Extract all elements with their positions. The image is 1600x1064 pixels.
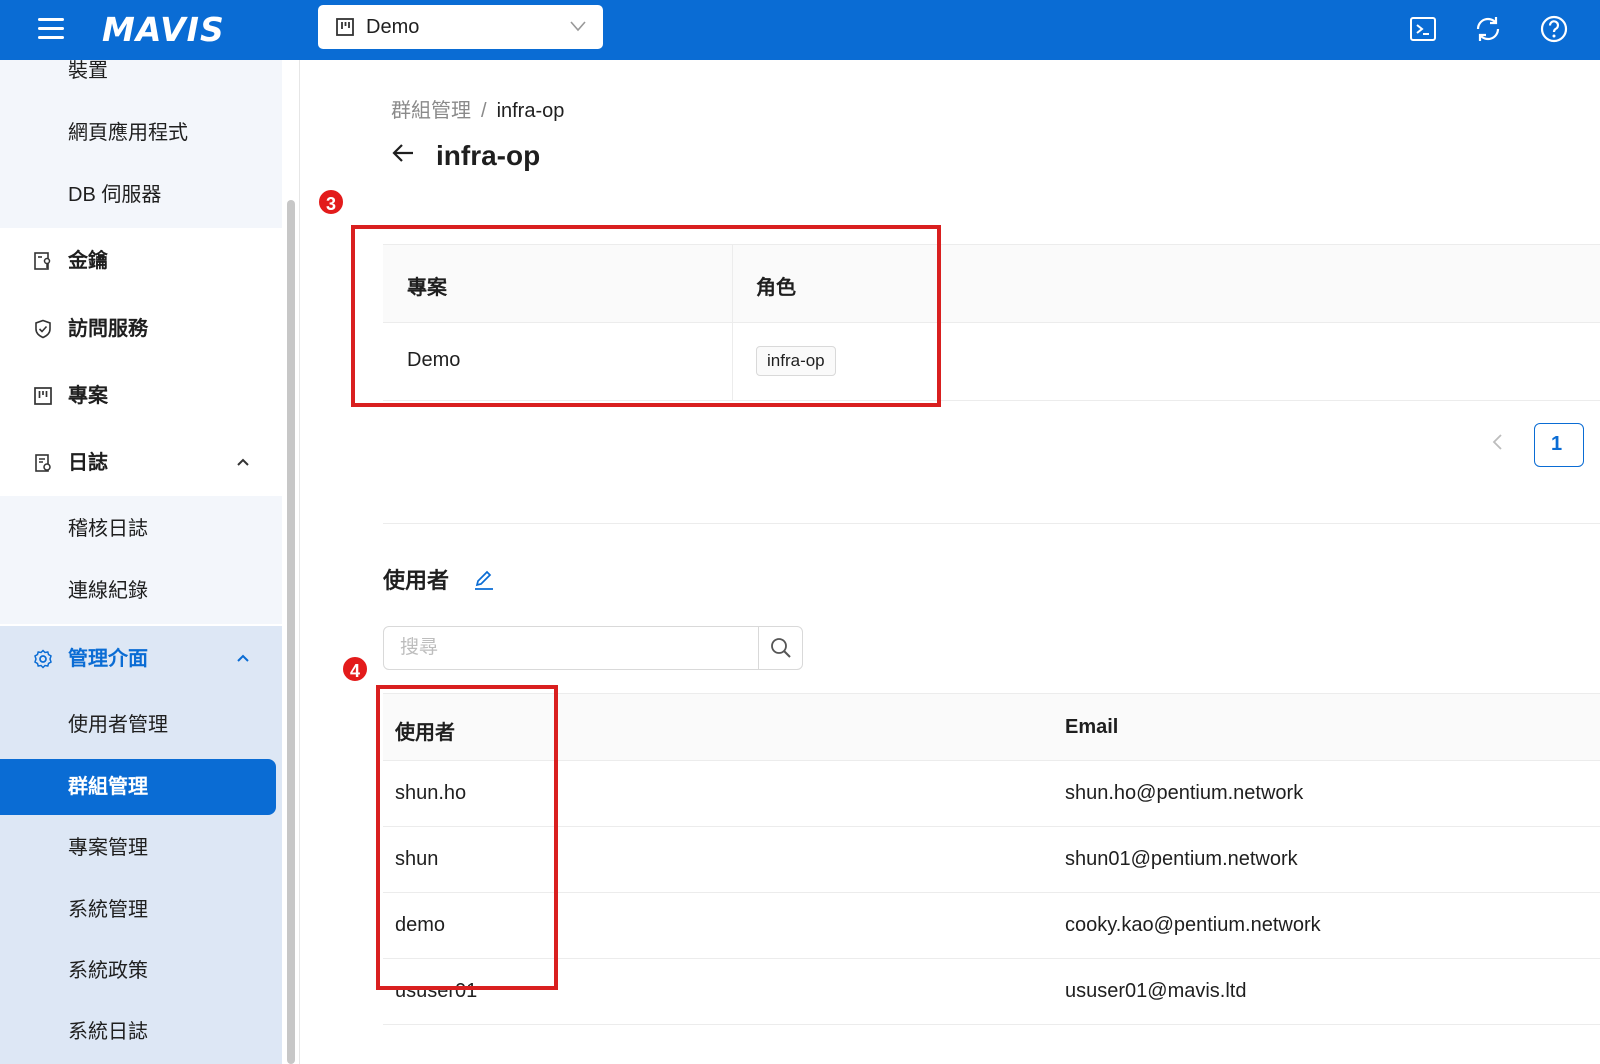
search-icon (771, 638, 791, 658)
sidebar-item-group-management[interactable]: 群組管理 (0, 759, 276, 815)
sidebar-item-logs[interactable]: 日誌 (0, 435, 282, 491)
chevron-down-icon (570, 21, 586, 32)
annotation-highlight-box-4 (376, 685, 558, 990)
sidebar-item-web-apps[interactable]: 網頁應用程式 (0, 105, 282, 161)
chevron-up-icon (237, 654, 249, 662)
log-file-icon (35, 454, 51, 472)
email-cell: shun.ho@pentium.network (1065, 782, 1304, 804)
edit-pencil-icon[interactable] (472, 568, 496, 592)
sidebar-item-label: 系統政策 (68, 960, 148, 982)
menu-icon[interactable] (38, 16, 64, 40)
annotation-highlight-box-3 (351, 225, 941, 407)
sidebar-item-label: 訪問服務 (68, 318, 148, 340)
shield-check-icon (35, 319, 51, 339)
page-title: infra-op (436, 140, 541, 171)
sidebar-item-projects[interactable]: 專案 (0, 368, 282, 424)
sidebar-item-access-services[interactable]: 訪問服務 (0, 301, 282, 357)
annotation-badge-3: 3 (317, 188, 345, 216)
sidebar-item-label: 專案 (68, 385, 108, 407)
table-row: shun.ho shun.ho@pentium.network (383, 761, 1600, 827)
email-cell: shun01@pentium.network (1065, 848, 1298, 870)
table-row: ususer01 ususer01@mavis.ltd (383, 959, 1600, 1025)
table-row: shun shun01@pentium.network (383, 827, 1600, 893)
users-section-title: 使用者 (383, 568, 450, 593)
breadcrumb-current: infra-op (496, 100, 565, 122)
sidebar-item-audit-logs[interactable]: 稽核日誌 (0, 501, 282, 557)
annotation-badge-4: 4 (341, 655, 369, 683)
users-table: 使用者 Email shun.ho shun.ho@pentium.networ… (383, 693, 1600, 1025)
sidebar-item-label: 專案管理 (68, 837, 148, 859)
table-header: 使用者 Email (383, 694, 1600, 761)
project-board-icon (336, 18, 354, 36)
email-cell: ususer01@mavis.ltd (1065, 980, 1247, 1002)
refresh-icon[interactable] (1471, 12, 1505, 46)
sidebar-item-label: 稽核日誌 (68, 518, 148, 540)
back-arrow-icon[interactable] (391, 142, 417, 164)
sidebar-item-system-management[interactable]: 系統管理 (0, 882, 282, 938)
chevron-up-icon (237, 458, 249, 466)
key-card-icon (34, 252, 51, 270)
sidebar-item-label: 群組管理 (68, 776, 148, 798)
search-button[interactable] (758, 627, 803, 669)
sidebar-scrollbar[interactable] (287, 200, 295, 1064)
sidebar-item-db-servers[interactable]: DB 伺服器 (0, 167, 282, 223)
sidebar-item-label: 連線紀錄 (68, 580, 148, 602)
sidebar-item-label: 金鑰 (68, 250, 108, 272)
search-input[interactable] (384, 627, 758, 669)
sidebar-item-label: 網頁應用程式 (68, 122, 188, 144)
gear-icon (34, 649, 52, 669)
user-search-box (383, 626, 803, 670)
main-content: 群組管理 / infra-op infra-op 3 專案 角色 Demo infr… (301, 60, 1600, 1064)
pagination-prev-icon[interactable] (1491, 432, 1505, 452)
sidebar-item-devices[interactable]: 裝置 (0, 60, 282, 99)
project-selector-value: Demo (366, 16, 420, 38)
help-icon[interactable] (1537, 12, 1571, 46)
sidebar: 裝置 網頁應用程式 DB 伺服器 金鑰 訪問服務 專案 日誌 稽核日誌 連線紀錄… (0, 60, 282, 1064)
project-selector[interactable]: Demo (318, 5, 603, 49)
terminal-icon[interactable] (1406, 12, 1440, 46)
app-logo: MAVIS (102, 10, 225, 49)
breadcrumb-parent-link[interactable]: 群組管理 (391, 100, 471, 122)
sidebar-item-system-logs[interactable]: 系統日誌 (0, 1004, 282, 1060)
table-row: demo cooky.kao@pentium.network (383, 893, 1600, 959)
sidebar-item-system-policy[interactable]: 系統政策 (0, 943, 282, 999)
sidebar-item-label: 管理介面 (68, 648, 148, 670)
top-bar: MAVIS Demo (0, 0, 1600, 60)
sidebar-item-label: 系統管理 (68, 899, 148, 921)
breadcrumb-separator: / (481, 100, 487, 122)
sidebar-item-label: 使用者管理 (68, 714, 168, 736)
sidebar-item-admin[interactable]: 管理介面 (0, 631, 282, 687)
sidebar-item-user-management[interactable]: 使用者管理 (0, 697, 282, 753)
pagination-page-button[interactable]: 1 (1534, 423, 1584, 467)
sidebar-item-project-management[interactable]: 專案管理 (0, 820, 282, 876)
sidebar-item-connection-records[interactable]: 連線紀錄 (0, 563, 282, 619)
project-board-icon (34, 387, 52, 405)
sidebar-item-label: DB 伺服器 (68, 184, 162, 206)
sidebar-item-label: 日誌 (68, 452, 108, 474)
sidebar-item-label: 系統日誌 (68, 1021, 148, 1043)
section-divider (383, 523, 1600, 524)
sidebar-item-label: 裝置 (68, 60, 108, 82)
email-cell: cooky.kao@pentium.network (1065, 914, 1321, 936)
breadcrumb: 群組管理 / infra-op (391, 98, 564, 124)
column-header-email: Email (1065, 716, 1119, 738)
sidebar-item-keys[interactable]: 金鑰 (0, 233, 282, 289)
